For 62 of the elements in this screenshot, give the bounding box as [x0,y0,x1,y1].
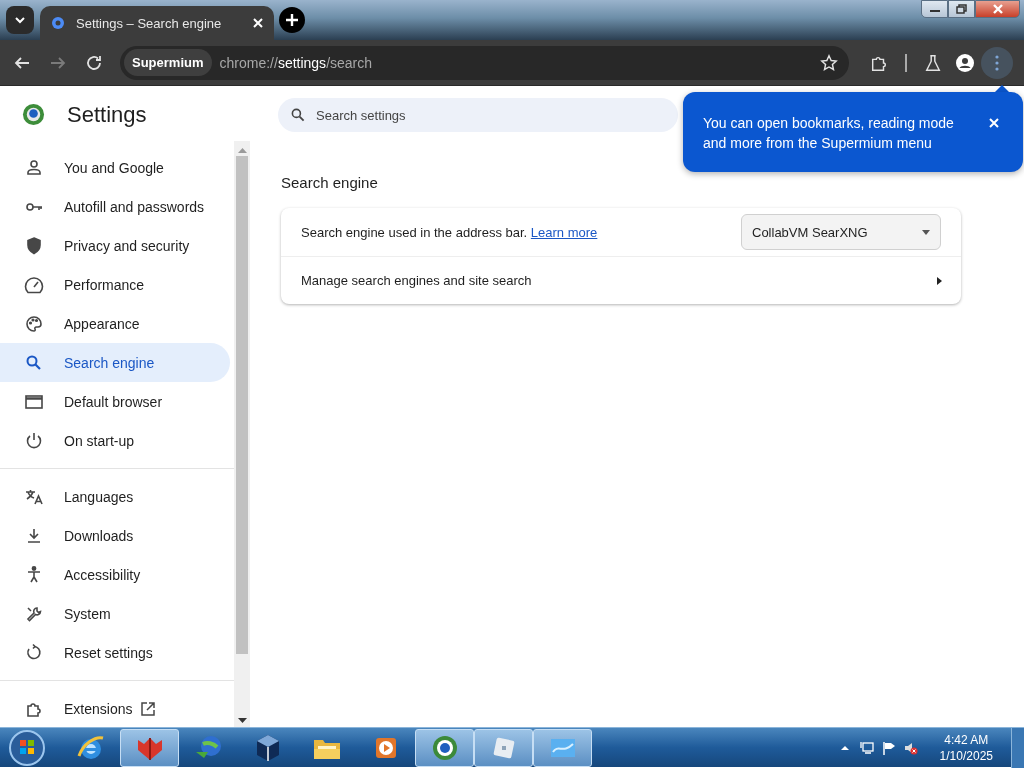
sidebar-item[interactable]: Privacy and security [0,226,230,265]
search-engine-dropdown[interactable]: CollabVM SearXNG [741,214,941,250]
close-icon [991,4,1004,14]
manage-search-engines-row[interactable]: Manage search engines and site search [281,256,961,304]
restore-icon [955,4,968,14]
sidebar-item[interactable]: Default browser [0,382,230,421]
taskbar-button[interactable] [415,728,474,767]
flask-icon [924,53,942,72]
address-text: chrome://settings/search [219,54,374,71]
sidebar-item[interactable]: You and Google [0,148,230,187]
setting-label: Search engine used in the address bar. Learn more [301,224,599,240]
close-button[interactable] [975,0,1020,18]
sidebar-item[interactable]: Downloads [0,516,230,555]
shield-icon [24,235,44,256]
dropdown-caret-icon [922,229,930,235]
muted-speaker-icon[interactable] [903,740,918,755]
scrollbar-track[interactable] [234,141,250,727]
sidebar-item[interactable]: Autofill and passwords [0,187,230,226]
plus-icon [285,13,299,27]
sidebar-item[interactable]: System [0,594,230,633]
browser-logo-icon [22,103,45,126]
gauge-icon [24,274,44,295]
star-icon [820,53,838,72]
external-link-icon [140,700,157,717]
avatar-icon [955,52,975,73]
address-bar[interactable]: Supermium chrome://settings/search [120,45,849,80]
browser-tab[interactable]: Settings – Search engine [40,6,274,40]
new-tab-button[interactable] [279,7,305,33]
minimize-button[interactable] [921,0,948,18]
settings-title: Settings [67,101,147,128]
tip-text: You can open bookmarks, reading mode and more from the Supermium menu [703,114,955,151]
search-input[interactable]: Search settings [314,106,678,124]
flag-icon[interactable] [881,740,896,755]
clock[interactable]: 4:42 AM 1/10/2025 [939,731,993,764]
close-icon [252,17,264,29]
site-chip[interactable]: Supermium [124,49,212,76]
start-button[interactable] [7,727,47,768]
sidebar-item[interactable]: Performance [0,265,230,304]
sidebar-item[interactable]: Languages [0,477,230,516]
person-icon [24,157,44,178]
sidebar-item[interactable]: Appearance [0,304,230,343]
close-icon [987,116,1001,130]
sidebar-item[interactable]: Reset settings [0,633,230,672]
palette-icon [24,313,44,334]
chevron-down-icon [14,16,26,24]
sidebar-item[interactable]: Search engine [0,343,230,382]
tab-search-button[interactable] [6,6,34,34]
section-heading: Search engine [281,174,379,191]
scroll-down-icon[interactable] [237,718,247,724]
scrollbar-thumb[interactable] [236,156,248,654]
sidebar-item[interactable]: Extensions [0,689,230,727]
close-tab-button[interactable] [252,17,264,29]
chevron-right-icon [935,275,943,286]
restore-button[interactable] [948,0,975,18]
search-icon [290,107,306,123]
search-field[interactable]: Search settings [278,98,678,132]
network-icon[interactable] [859,740,874,755]
menu-icon [995,54,999,71]
sidebar-item[interactable]: Accessibility [0,555,230,594]
learn-more-link[interactable]: Learn more [530,224,598,240]
sidebar-item[interactable]: On start-up [0,421,230,460]
power-icon [24,430,44,451]
